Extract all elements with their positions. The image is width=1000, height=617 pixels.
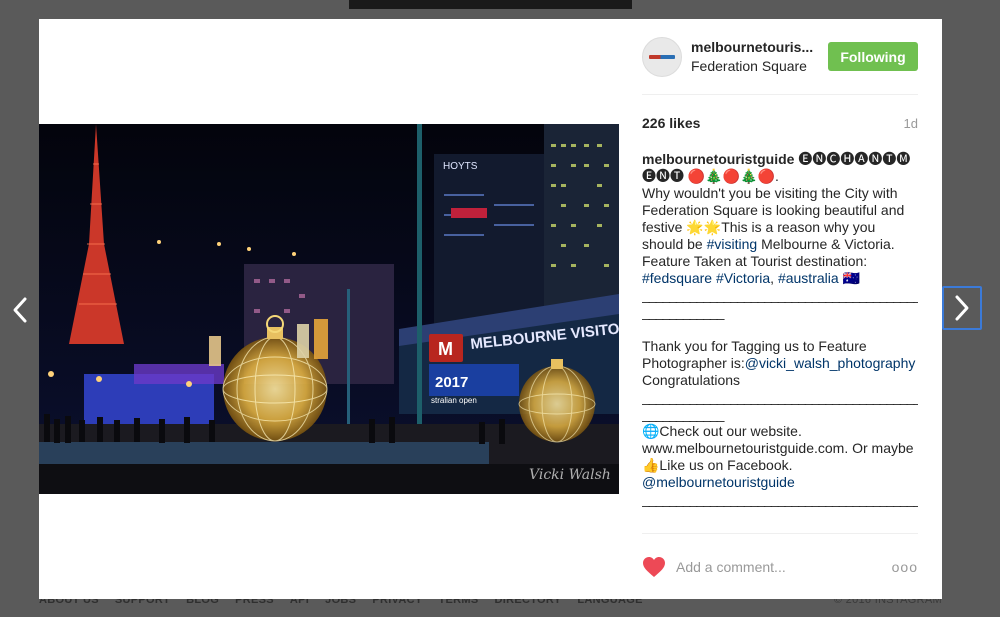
following-button[interactable]: Following xyxy=(828,42,918,71)
caption-title: melbournetouristguide 🅔🅝🅒🅗🅐🅝🅣🅜 🅔🅝🅣 🔴🎄🔴🎄🔴… xyxy=(642,151,918,185)
post-stats: 226 likes 1d xyxy=(642,115,918,131)
caption-title-line2: 🅔🅝🅣 🔴🎄🔴🎄🔴. xyxy=(642,168,779,184)
caption-divider-2: ________________________________________… xyxy=(642,389,918,405)
caption-divider-3: ________________________________________… xyxy=(642,491,918,507)
photographer-mention[interactable]: @vicki_walsh_photography xyxy=(745,355,916,371)
more-options-icon[interactable]: ooo xyxy=(892,559,918,575)
chevron-left-icon xyxy=(13,297,27,323)
next-post-button[interactable] xyxy=(942,286,982,330)
avatar-logo-icon xyxy=(649,54,675,59)
post-header-text: melbournetouris... Federation Square xyxy=(691,39,828,74)
caption-sep: , xyxy=(770,270,778,286)
caption-username[interactable]: melbournetouristguide xyxy=(642,151,794,167)
heart-icon[interactable] xyxy=(642,556,666,578)
open-sign-sub: stralian open xyxy=(431,396,477,405)
caption-divider-1b: ____________ xyxy=(642,304,724,320)
svg-text:M: M xyxy=(438,339,453,359)
caption-title-line1: 🅔🅝🅒🅗🅐🅝🅣🅜 xyxy=(798,151,911,167)
post-caption: melbournetouristguide 🅔🅝🅒🅗🅐🅝🅣🅜 🅔🅝🅣 🔴🎄🔴🎄🔴… xyxy=(642,151,918,513)
account-mention[interactable]: @melbournetouristguide xyxy=(642,474,795,490)
caption-body: Why wouldn't you be visiting the City wi… xyxy=(642,185,918,287)
post-header: melbournetouris... Federation Square Fol… xyxy=(642,19,918,95)
caption-website: 🌐Check out our website. www.melbournetou… xyxy=(642,423,914,473)
hoyts-sign: HOYTS xyxy=(443,161,478,172)
post-username[interactable]: melbournetouris... xyxy=(691,39,828,55)
post-photo[interactable]: M MELBOURNE VISITOR C 2017 stralian open… xyxy=(39,124,619,494)
hashtag-victoria[interactable]: #Victoria xyxy=(716,270,770,286)
open-2017-sign: 2017 xyxy=(435,374,468,391)
post-media: M MELBOURNE VISITOR C 2017 stralian open… xyxy=(39,19,619,599)
caption-divider-1: ________________________________________… xyxy=(642,287,918,303)
federation-square-night-photo: M MELBOURNE VISITOR C 2017 stralian open… xyxy=(39,124,619,494)
post-location[interactable]: Federation Square xyxy=(691,58,828,74)
hashtag-australia[interactable]: #australia xyxy=(778,270,839,286)
background-page-strip xyxy=(349,0,632,9)
comment-input[interactable] xyxy=(676,558,892,575)
caption-divider-2b: ____________ xyxy=(642,406,724,422)
comment-bar: ooo xyxy=(642,533,918,599)
hashtag-visiting[interactable]: #visiting xyxy=(707,236,758,252)
post-modal: M MELBOURNE VISITOR C 2017 stralian open… xyxy=(39,19,942,599)
australia-flag-icon: 🇦🇺 xyxy=(838,270,860,286)
chevron-right-icon xyxy=(955,295,969,321)
caption-congrats: Congratulations xyxy=(642,372,741,388)
likes-count[interactable]: 226 likes xyxy=(642,115,700,131)
caption-thanks: Thank you for Tagging us to Feature Phot… xyxy=(642,338,918,372)
photographer-signature: Vicki Walsh xyxy=(529,467,611,483)
post-info: melbournetouris... Federation Square Fol… xyxy=(619,19,942,599)
hashtag-fedsquare[interactable]: #fedsquare xyxy=(642,270,712,286)
post-age[interactable]: 1d xyxy=(904,116,918,131)
caption-gap xyxy=(642,321,918,338)
avatar[interactable] xyxy=(642,36,682,77)
previous-post-button[interactable] xyxy=(0,288,40,332)
